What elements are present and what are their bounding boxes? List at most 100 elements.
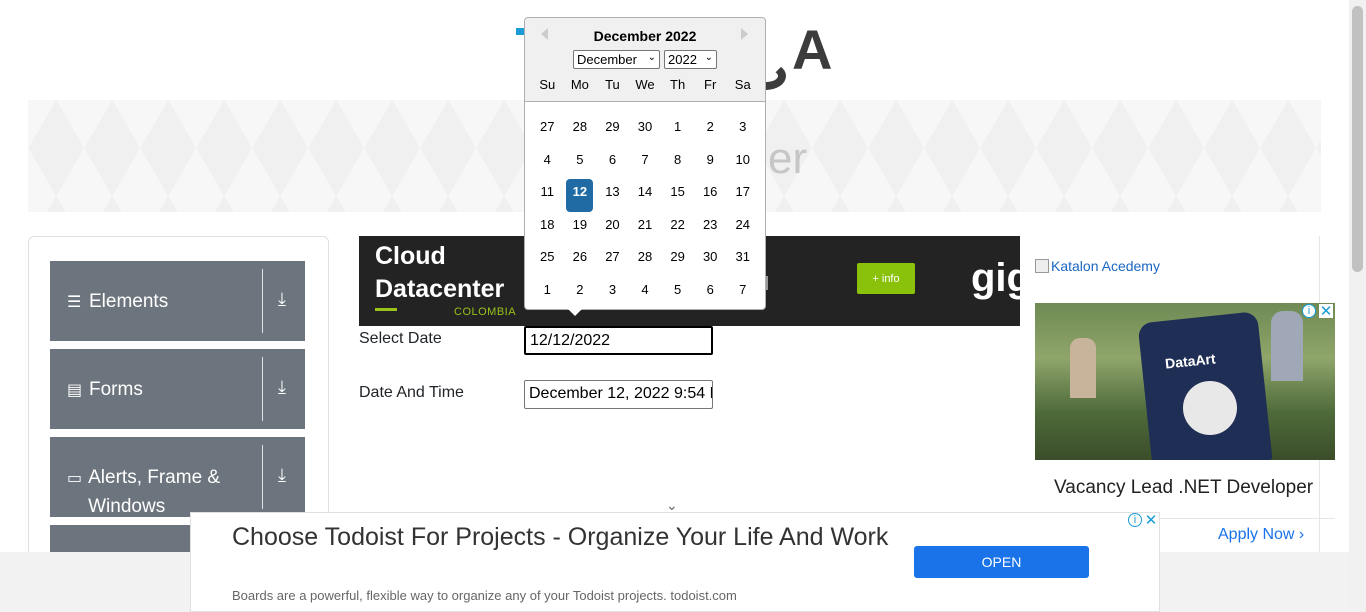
apply-now-link[interactable]: Apply Now › (1218, 526, 1304, 544)
calendar-day[interactable]: 8 (661, 147, 694, 180)
divider (262, 357, 263, 421)
open-button[interactable]: OPEN (914, 546, 1089, 578)
calendar-day[interactable]: 1 (531, 277, 564, 310)
day-name: Su (539, 77, 556, 92)
bottom-ad-headline[interactable]: Choose Todoist For Projects - Organize Y… (232, 521, 912, 553)
ad-accent-line (375, 308, 397, 311)
calendar-day[interactable]: 22 (661, 212, 694, 245)
calendar-day[interactable]: 29 (661, 244, 694, 277)
sidebar-group-elements[interactable]: ☰ Elements ⤓ (50, 261, 305, 341)
sidebar-group-forms[interactable]: ▤ Forms ⤓ (50, 349, 305, 429)
next-month-icon[interactable] (741, 28, 748, 40)
group-label: Forms (89, 379, 143, 400)
datepicker-title: December 2022 (593, 28, 697, 44)
calendar-day[interactable]: 25 (531, 244, 564, 277)
calendar-week: 27 28 29 30 1 2 3 (531, 114, 759, 147)
calendar-day[interactable]: 5 (564, 147, 597, 180)
chevron-down-icon: ⌄ (704, 52, 713, 63)
calendar-day[interactable]: 27 (531, 114, 564, 147)
calendar-day[interactable]: 30 (694, 244, 727, 277)
ad-photo[interactable]: DataArt (1035, 303, 1335, 460)
calendar-day[interactable]: 4 (629, 277, 662, 310)
katalon-link-text: Katalon Acedemy (1051, 258, 1160, 274)
calendar-day[interactable]: 31 (726, 244, 759, 277)
calendar-day[interactable]: 16 (694, 179, 727, 212)
divider (262, 445, 263, 509)
calendar-week: 1234567 (531, 277, 759, 310)
vacancy-title[interactable]: Vacancy Lead .NET Developer (1054, 477, 1313, 499)
ad-info-icon[interactable]: i (1302, 304, 1316, 318)
datepicker-pointer (567, 308, 583, 316)
download-icon: ⤓ (278, 289, 286, 309)
calendar-day[interactable]: 6 (694, 277, 727, 310)
katalon-link[interactable]: Katalon Acedemy (1035, 258, 1160, 274)
astronaut-graphic (1183, 381, 1237, 435)
calendar-day[interactable]: 7 (726, 277, 759, 310)
bottom-ad[interactable]: Choose Todoist For Projects - Organize Y… (190, 512, 1160, 612)
ad-choices: i ✕ (1128, 512, 1158, 529)
sidebar-group-alerts[interactable]: ▭ Alerts, Frame & Windows ⤓ (50, 437, 305, 517)
close-icon[interactable]: ✕ (1319, 303, 1333, 320)
calendar-day[interactable]: 6 (596, 147, 629, 180)
calendar-day[interactable]: 3 (726, 114, 759, 147)
calendar-day[interactable]: 20 (596, 212, 629, 245)
select-date-input[interactable]: 12/12/2022 (524, 326, 713, 355)
divider (262, 269, 263, 333)
calendar-grid: 27 28 29 30 1 2 3 4 5 6 7 8 9 10 11 12 13 14 15 16 17 18 19 20 2… (531, 114, 759, 309)
chevron-down-icon: ⌄ (647, 52, 656, 63)
window-icon: ▭ (67, 470, 83, 487)
page-scrollbar[interactable] (1349, 0, 1366, 612)
calendar-day[interactable]: 17 (726, 179, 759, 212)
calendar-day[interactable]: 28 (629, 244, 662, 277)
calendar-day[interactable]: 30 (629, 114, 662, 147)
form-icon: ▤ (67, 382, 83, 399)
date-time-input[interactable]: December 12, 2022 9:54 P (524, 380, 713, 409)
photo-person (1070, 338, 1096, 398)
calendar-day[interactable]: 18 (531, 212, 564, 245)
close-icon[interactable]: ✕ (1144, 512, 1158, 529)
bottom-ad-subtext: Boards are a powerful, flexible way to o… (232, 588, 737, 603)
calendar-day[interactable]: 11 (531, 179, 564, 212)
ad-info-button[interactable]: + info (857, 263, 915, 294)
calendar-day[interactable]: 29 (596, 114, 629, 147)
calendar-day[interactable]: 4 (531, 147, 564, 180)
year-select[interactable]: 2022 ⌄ (664, 50, 717, 69)
day-name: We (635, 77, 655, 92)
day-name: Th (670, 77, 686, 92)
calendar-day[interactable]: 2 (564, 277, 597, 310)
calendar-week: 18 19 20 21 22 23 24 (531, 212, 759, 245)
calendar-day[interactable]: 23 (694, 212, 727, 245)
day-name: Sa (734, 77, 751, 92)
calendar-week: 25 26 27 28 29 30 31 (531, 244, 759, 277)
calendar-day[interactable]: 19 (564, 212, 597, 245)
calendar-day[interactable]: 3 (596, 277, 629, 310)
calendar-day[interactable]: 24 (726, 212, 759, 245)
datepicker-popup: December 2022 December ⌄ 2022 ⌄ Su Mo Tu… (524, 17, 766, 316)
year-select-value: 2022 (668, 52, 697, 67)
calendar-day[interactable]: 21 (629, 212, 662, 245)
ad-subtitle: COLOMBIA (454, 306, 517, 318)
select-date-label: Select Date (359, 330, 442, 347)
calendar-day[interactable]: 12 (566, 179, 594, 212)
calendar-day[interactable]: 7 (629, 147, 662, 180)
calendar-day[interactable]: 15 (661, 179, 694, 212)
calendar-day[interactable]: 14 (629, 179, 662, 212)
calendar-day[interactable]: 2 (694, 114, 727, 147)
ad-choices: i ✕ (1302, 303, 1333, 320)
calendar-day[interactable]: 9 (694, 147, 727, 180)
calendar-week: 4 5 6 7 8 9 10 (531, 147, 759, 180)
logo-letter: A (792, 18, 833, 81)
month-select[interactable]: December ⌄ (573, 50, 660, 69)
group-header: ☰ Elements (67, 287, 168, 317)
scrollbar-thumb[interactable] (1352, 6, 1363, 272)
calendar-day[interactable]: 1 (661, 114, 694, 147)
calendar-day[interactable]: 10 (726, 147, 759, 180)
calendar-day[interactable]: 13 (596, 179, 629, 212)
banner-title: er (768, 134, 808, 183)
ad-info-icon[interactable]: i (1128, 513, 1142, 527)
calendar-day[interactable]: 28 (564, 114, 597, 147)
calendar-day[interactable]: 5 (661, 277, 694, 310)
calendar-day[interactable]: 26 (564, 244, 597, 277)
calendar-day[interactable]: 27 (596, 244, 629, 277)
ad-title: Cloud Datacenter (375, 240, 504, 306)
